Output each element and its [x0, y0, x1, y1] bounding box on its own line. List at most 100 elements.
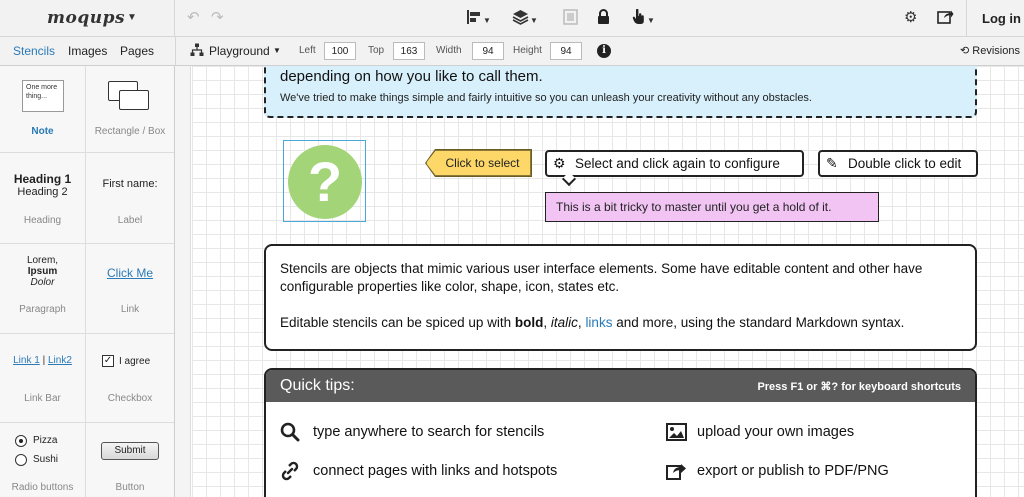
links-text[interactable]: links — [585, 315, 612, 330]
checkbox-preview-label: I agree — [119, 356, 151, 367]
align-icon[interactable]: ▼ — [466, 9, 491, 30]
tip-search: type anywhere to search for stencils — [313, 424, 545, 440]
stencil-label: Link Bar — [24, 393, 61, 404]
stencil-library: One more thing... Note Rectangle / Box H… — [0, 66, 175, 497]
canvas[interactable]: depending on how you like to call them. … — [192, 66, 1024, 497]
divider — [175, 37, 176, 66]
rectangle-preview-front — [119, 90, 149, 110]
button-preview: Submit — [101, 442, 159, 460]
radio-option-2: Sushi — [33, 454, 59, 465]
link-preview: Click Me — [106, 266, 153, 280]
intro-title: depending on how you like to call them. — [280, 68, 543, 85]
stencil-radio-buttons[interactable]: Pizza Sushi Radio buttons — [0, 423, 86, 497]
linkbar-separator: | — [42, 355, 46, 366]
page-selector[interactable]: Playground — [209, 44, 270, 58]
chevron-down-icon[interactable]: ▼ — [273, 46, 281, 55]
export-icon — [666, 462, 687, 485]
stencil-label-text[interactable]: First name: Label — [86, 153, 174, 244]
sitemap-icon[interactable] — [190, 43, 204, 60]
linkbar-link-1: Link 1 — [13, 355, 40, 366]
redo-icon[interactable]: ↷ — [211, 9, 224, 27]
chevron-down-icon[interactable]: ▼ — [127, 12, 137, 23]
tab-stencils[interactable]: Stencils — [13, 44, 55, 58]
left-label: Left — [299, 45, 316, 56]
double-click-text: Double click to edit — [848, 156, 962, 171]
heading-2-preview: Heading 2 — [17, 186, 68, 198]
radio-unselected-icon — [15, 454, 27, 466]
tab-images[interactable]: Images — [68, 44, 107, 58]
height-input[interactable] — [550, 42, 582, 60]
double-click-callout[interactable]: ✎ Double click to edit — [818, 150, 978, 177]
stencil-label: Rectangle / Box — [94, 126, 166, 137]
left-input[interactable] — [324, 42, 356, 60]
search-icon — [280, 422, 300, 447]
stencil-note[interactable]: One more thing... Note — [0, 66, 86, 153]
note-preview: One more thing... — [22, 80, 64, 112]
stencil-checkbox[interactable]: ✓ I agree Checkbox — [86, 334, 174, 423]
intro-note[interactable]: depending on how you like to call them. … — [264, 66, 977, 118]
quick-tips-panel[interactable]: Quick tips: Press F1 or ⌘? for keyboard … — [264, 368, 977, 497]
stencil-label: Heading — [23, 215, 62, 226]
history-icon: ⟲ — [960, 45, 973, 57]
top-toolbar: moqups ▼ ↶ ↷ ▼ ▼ ▼ ⚙ Log in — [0, 0, 1024, 37]
revisions-label: Revisions — [972, 45, 1020, 57]
radio-selected-icon — [15, 435, 27, 447]
stencil-label: Label — [117, 215, 143, 226]
undo-icon[interactable]: ↶ — [187, 9, 200, 27]
top-label: Top — [368, 45, 385, 56]
tab-pages[interactable]: Pages — [120, 44, 154, 58]
click-to-select-callout[interactable]: Click to select — [426, 150, 531, 176]
info-icon[interactable]: i — [597, 44, 611, 58]
heading-1-preview: Heading 1 — [13, 172, 72, 186]
stencil-label: Note — [31, 126, 54, 137]
image-icon — [666, 423, 687, 446]
stencils-explanation-box[interactable]: Stencils are objects that mimic various … — [264, 244, 977, 351]
logo-menu[interactable]: moqups ▼ — [0, 0, 175, 37]
divider — [966, 0, 967, 37]
keyboard-shortcut-hint: Press F1 or ⌘? for keyboard shortcuts — [757, 381, 961, 393]
stencil-rectangle[interactable]: Rectangle / Box — [86, 66, 174, 153]
lock-icon[interactable] — [597, 9, 610, 30]
stencils-paragraph-2: Editable stencils can be spiced up with … — [280, 315, 905, 330]
width-label: Width — [436, 45, 462, 56]
paragraph-line-1: Lorem, — [26, 255, 59, 266]
revisions-button[interactable]: ⟲ Revisions — [960, 44, 1020, 57]
stencil-heading[interactable]: Heading 1 Heading 2 Heading — [0, 153, 86, 244]
stencil-paragraph[interactable]: Lorem, Ipsum Dolor Paragraph — [0, 244, 86, 334]
stencil-label: Button — [115, 482, 145, 493]
question-image[interactable]: ? — [283, 140, 366, 222]
properties-bar: Stencils Images Pages Playground ▼ Left … — [0, 37, 1024, 66]
tricky-note[interactable]: This is a bit tricky to master until you… — [545, 192, 879, 222]
linkbar-link-2: Link2 — [47, 355, 72, 366]
stencil-label: Paragraph — [19, 304, 66, 315]
radio-option-1: Pizza — [33, 435, 58, 446]
hand-pointer-icon[interactable]: ▼ — [632, 8, 655, 30]
stencil-link[interactable]: Click Me Link — [86, 244, 174, 334]
quick-tips-header: Quick tips: Press F1 or ⌘? for keyboard … — [266, 370, 975, 402]
stencil-button[interactable]: Submit Button — [86, 423, 174, 497]
edit-icon: ✎ — [826, 155, 838, 171]
gear-icon: ⚙ — [553, 155, 566, 171]
label-preview: First name: — [102, 178, 158, 190]
linkbar-preview: Link 1 | Link2 — [0, 355, 85, 366]
app-logo[interactable]: moqups — [47, 8, 125, 28]
group-icon[interactable] — [563, 9, 578, 30]
gear-icon[interactable]: ⚙ — [904, 9, 917, 27]
top-input[interactable] — [393, 42, 425, 60]
stencil-link-bar[interactable]: Link 1 | Link2 Link Bar — [0, 334, 86, 423]
login-button[interactable]: Log in — [982, 11, 1021, 26]
layers-icon[interactable]: ▼ — [512, 9, 538, 30]
checkbox-checked-icon: ✓ — [102, 355, 114, 367]
vertical-ruler — [175, 66, 191, 497]
tip-upload: upload your own images — [697, 424, 855, 440]
intro-text: We've tried to make things simple and fa… — [280, 92, 812, 104]
share-icon[interactable] — [937, 9, 954, 29]
question-mark-icon: ? — [288, 145, 362, 219]
tip-export: export or publish to PDF/PNG — [697, 463, 889, 479]
select-configure-callout[interactable]: ⚙ Select and click again to configure — [545, 150, 804, 177]
stencil-label: Checkbox — [107, 393, 153, 404]
width-input[interactable] — [472, 42, 504, 60]
select-configure-text: Select and click again to configure — [575, 156, 780, 171]
quick-tips-title: Quick tips: — [280, 377, 355, 394]
stencil-label: Radio buttons — [11, 482, 74, 493]
